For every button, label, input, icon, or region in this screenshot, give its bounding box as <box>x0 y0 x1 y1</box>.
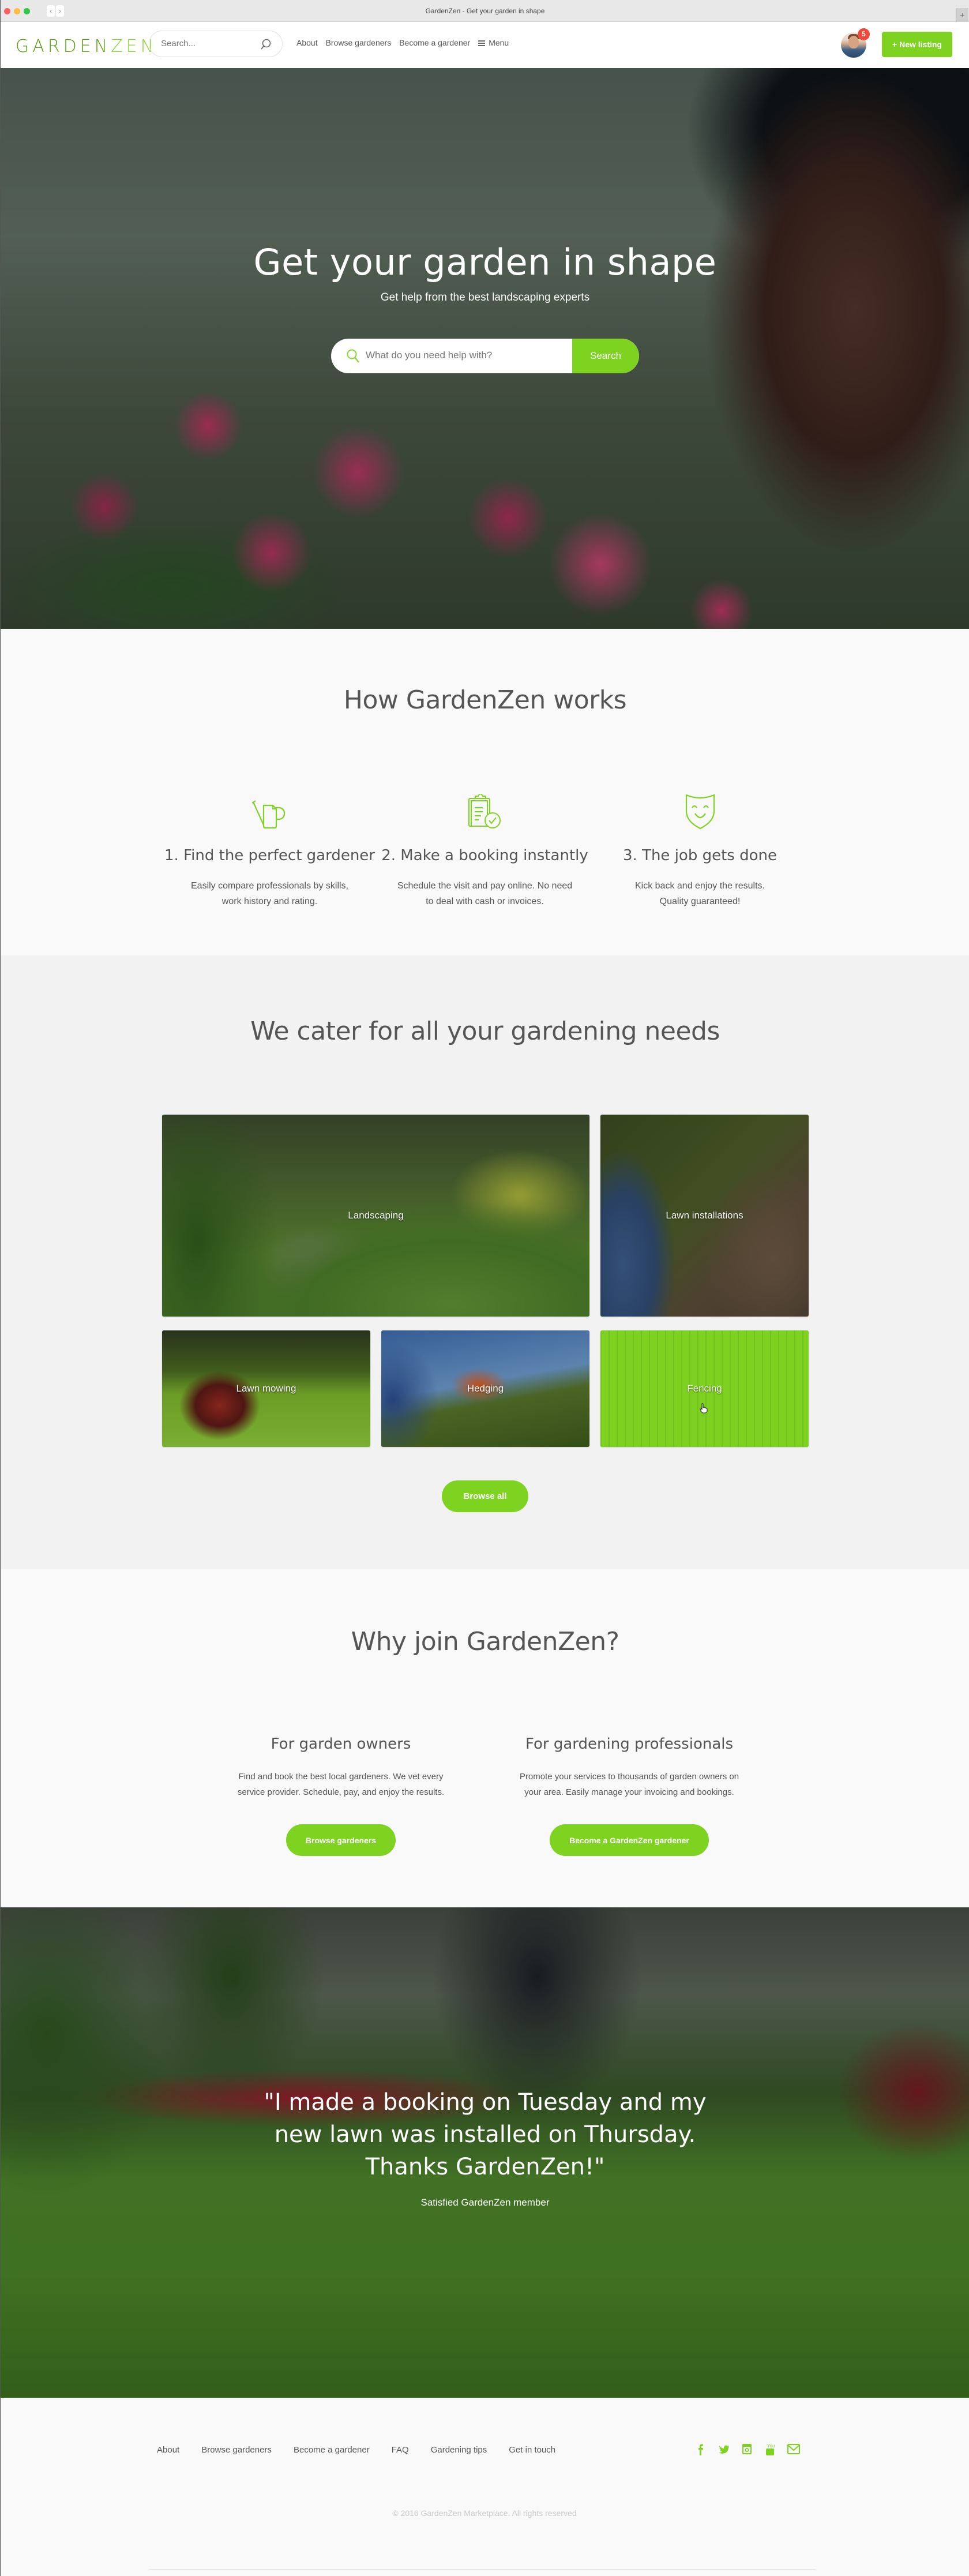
facebook-icon[interactable] <box>694 2443 707 2455</box>
footer-link-gardening-tips[interactable]: Gardening tips <box>431 2445 487 2455</box>
twitter-icon[interactable] <box>718 2443 730 2455</box>
testimonial-author: Satisfied GardenZen member <box>420 2197 550 2208</box>
step-description: Easily compare professionals by skills, w… <box>191 881 348 906</box>
clipboard-check-icon <box>377 783 592 830</box>
search-icon <box>346 348 361 368</box>
how-it-works-section: How GardenZen works 1. Find the perfect … <box>1 629 969 955</box>
categories-title: We cater for all your gardening needs <box>250 1017 720 1046</box>
search-icon[interactable] <box>260 38 272 54</box>
instagram-icon[interactable] <box>741 2443 753 2455</box>
testimonial-section: "I made a booking on Tuesday and my new … <box>1 1907 969 2398</box>
top-navigation: GARDENZEN About Browse gardeners Become … <box>1 22 969 68</box>
footer-link-get-in-touch[interactable]: Get in touch <box>509 2445 555 2455</box>
category-tile-fencing[interactable]: Fencing <box>600 1330 809 1447</box>
footer-link-faq[interactable]: FAQ <box>392 2445 409 2455</box>
step-title: 3. The job gets done <box>623 847 777 864</box>
new-listing-button[interactable]: + New listing <box>882 32 952 57</box>
browser-chrome: ‹ › GardenZen - Get your garden in shape… <box>1 0 969 22</box>
footer-link-about[interactable]: About <box>157 2445 179 2455</box>
why-col-title: For garden owners <box>271 1735 411 1753</box>
why-join-section: Why join GardenZen? For garden owners Fi… <box>1 1569 969 1907</box>
become-gardener-button[interactable]: Become a GardenZen gardener <box>550 1824 709 1856</box>
footer-links: About Browse gardeners Become a gardener… <box>157 2445 577 2455</box>
why-col-description: Promote your services to thousands of ga… <box>519 1772 739 1797</box>
watering-can-icon <box>162 783 377 830</box>
logo[interactable]: GARDENZEN <box>16 36 157 57</box>
category-label: Landscaping <box>348 1210 404 1221</box>
how-it-works-title: How GardenZen works <box>343 685 627 715</box>
nav-search <box>149 31 283 57</box>
logo-part-garden: GARDEN <box>16 36 111 57</box>
category-tile-hedging[interactable]: Hedging <box>381 1330 589 1447</box>
category-label: Lawn mowing <box>236 1383 296 1394</box>
step-title: 1. Find the perfect gardener <box>164 847 375 864</box>
social-links: You <box>694 2443 800 2455</box>
hero-title: Get your garden in shape <box>253 241 717 283</box>
menu-label: Menu <box>489 38 509 47</box>
plus-icon: + <box>960 10 965 20</box>
svg-text:You: You <box>767 2443 775 2448</box>
nav-link-about[interactable]: About <box>296 38 318 47</box>
footer-link-browse-gardeners[interactable]: Browse gardeners <box>201 2445 272 2455</box>
step-description: Schedule the visit and pay online. No ne… <box>397 881 573 906</box>
why-col-title: For gardening professionals <box>525 1735 734 1753</box>
browse-all-button[interactable]: Browse all <box>442 1480 528 1512</box>
hand-cursor-icon <box>700 1403 708 1416</box>
smiling-mask-icon <box>592 783 807 830</box>
hamburger-icon <box>478 40 486 47</box>
copyright: © 2016 GardenZen Marketplace. All rights… <box>392 2508 577 2518</box>
hero-search-button[interactable]: Search <box>572 339 639 373</box>
email-icon[interactable] <box>787 2443 800 2455</box>
why-join-title: Why join GardenZen? <box>351 1627 619 1656</box>
why-col-description: Find and book the best local gardeners. … <box>237 1772 445 1797</box>
why-col-gardening-professionals: For gardening professionals Promote your… <box>485 1735 773 1856</box>
categories-section: We cater for all your gardening needs La… <box>1 955 969 1569</box>
step-job-done: 3. The job gets done Kick back and enjoy… <box>592 783 807 909</box>
browse-gardeners-button[interactable]: Browse gardeners <box>286 1824 396 1856</box>
category-tile-lawn-mowing[interactable]: Lawn mowing <box>162 1330 370 1447</box>
step-make-booking: 2. Make a booking instantly Schedule the… <box>377 783 592 909</box>
footer: About Browse gardeners Become a gardener… <box>1 2398 969 2576</box>
hero-subtitle: Get help from the best landscaping exper… <box>380 291 590 303</box>
nav-link-become-gardener[interactable]: Become a gardener <box>399 38 470 47</box>
category-tile-landscaping[interactable]: Landscaping <box>162 1115 589 1317</box>
step-description: Kick back and enjoy the results. Quality … <box>634 881 765 906</box>
why-col-garden-owners: For garden owners Find and book the best… <box>197 1735 485 1856</box>
new-tab-button[interactable]: + <box>956 8 968 22</box>
category-label: Fencing <box>687 1383 722 1394</box>
footer-divider <box>149 2569 816 2570</box>
notification-badge: 5 <box>858 28 870 40</box>
window-title: GardenZen - Get your garden in shape <box>425 7 545 15</box>
hero-section: Get your garden in shape Get help from t… <box>1 68 969 629</box>
category-label: Hedging <box>467 1383 504 1394</box>
nav-link-browse-gardeners[interactable]: Browse gardeners <box>326 38 392 47</box>
category-label: Lawn installations <box>666 1210 743 1221</box>
nav-links: About Browse gardeners Become a gardener… <box>296 38 509 47</box>
hero-search-input[interactable] <box>366 350 579 361</box>
step-find-gardener: 1. Find the perfect gardener Easily comp… <box>162 783 377 909</box>
category-tile-lawn-installations[interactable]: Lawn installations <box>600 1115 809 1317</box>
footer-link-become-gardener[interactable]: Become a gardener <box>294 2445 370 2455</box>
testimonial-quote: "I made a booking on Tuesday and my new … <box>264 2089 707 2180</box>
hero-search-bar: Search <box>331 339 639 373</box>
youtube-icon[interactable]: You <box>764 2443 776 2455</box>
menu-button[interactable]: Menu <box>478 38 509 47</box>
nav-search-input[interactable] <box>161 39 253 48</box>
step-title: 2. Make a booking instantly <box>381 847 588 864</box>
